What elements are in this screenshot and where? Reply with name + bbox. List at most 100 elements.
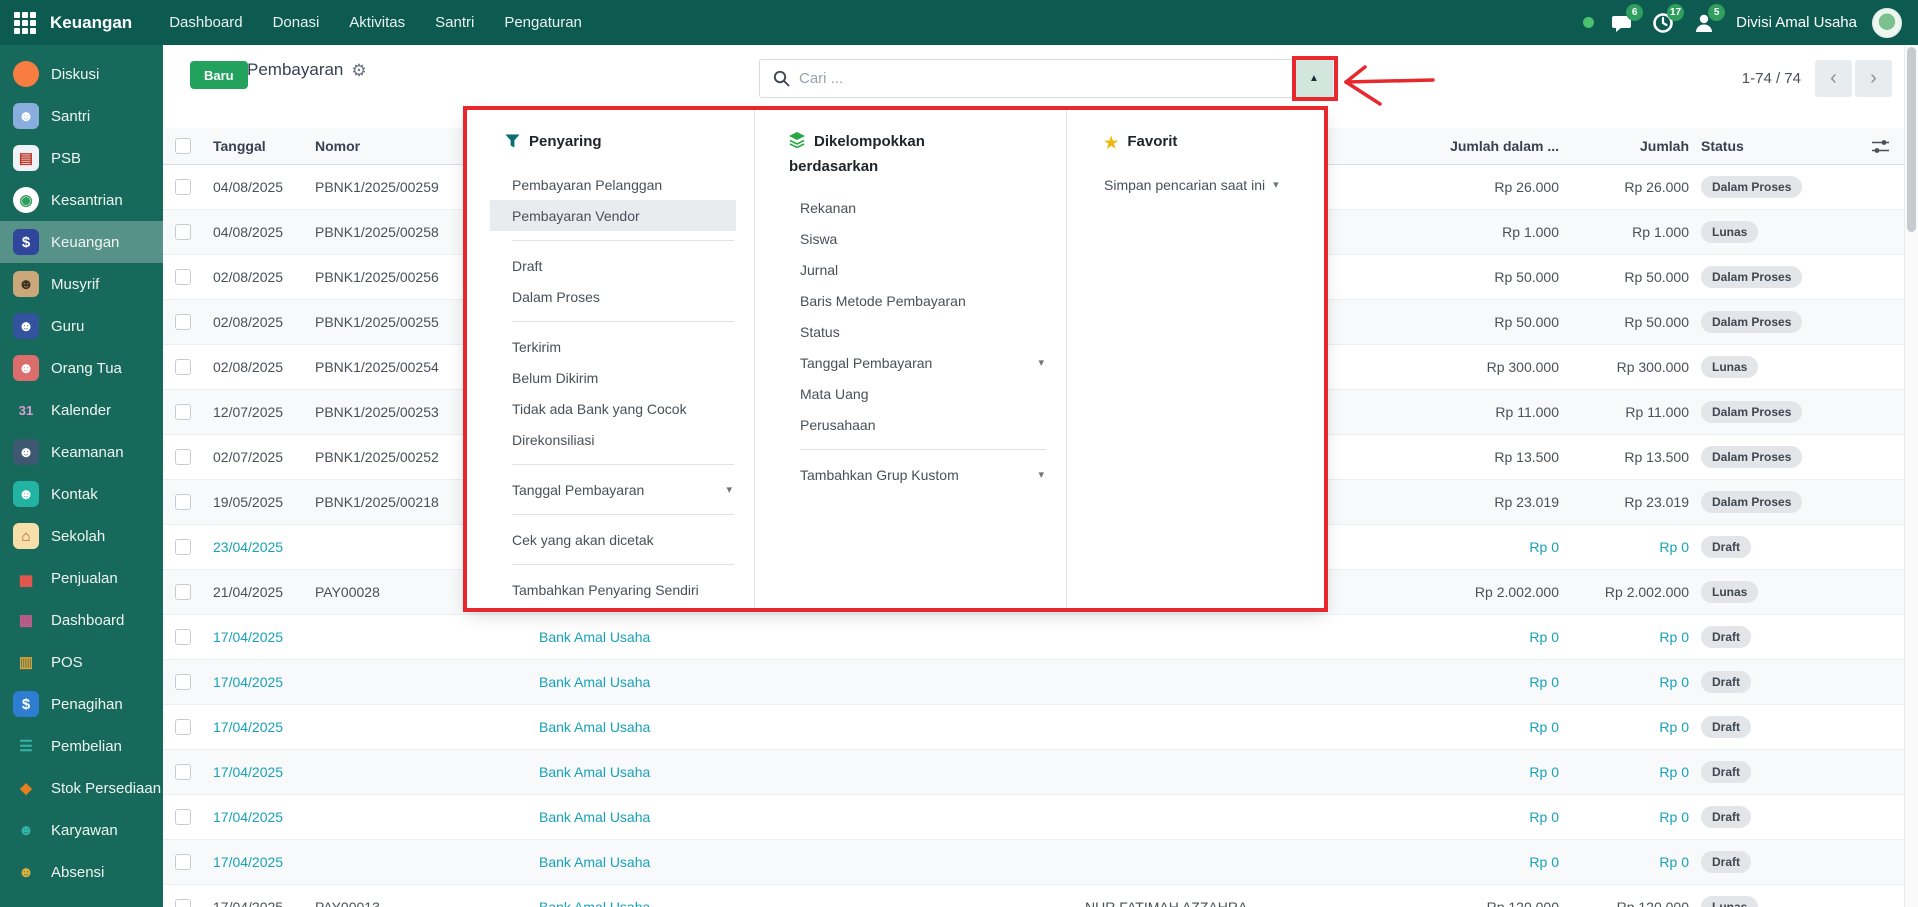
select-all-checkbox[interactable] — [163, 138, 199, 154]
row-checkbox[interactable] — [163, 269, 199, 285]
row-checkbox[interactable] — [163, 674, 199, 690]
sidebar-item-dashboard[interactable]: ▦Dashboard — [0, 599, 163, 641]
table-row[interactable]: 17/04/2025Bank Amal UsahaRp 0Rp 0Draft — [163, 705, 1904, 750]
filter-option-terkirim[interactable]: Terkirim — [512, 331, 754, 362]
groupby-option-tambahkan-grup-kustom[interactable]: Tambahkan Grup Kustom▾ — [800, 459, 1066, 490]
row-checkbox[interactable] — [163, 314, 199, 330]
row-checkbox[interactable] — [163, 854, 199, 870]
sidebar-item-kalender[interactable]: 31Kalender — [0, 389, 163, 431]
vertical-scrollbar[interactable] — [1904, 45, 1918, 907]
new-button[interactable]: Baru — [190, 61, 248, 89]
pager-next-button[interactable]: › — [1855, 60, 1892, 97]
row-checkbox[interactable] — [163, 179, 199, 195]
filter-option-direkonsiliasi[interactable]: Direkonsiliasi — [512, 424, 754, 455]
column-header-jumlah[interactable]: Jumlah — [1569, 138, 1699, 154]
groupby-option-rekanan[interactable]: Rekanan — [800, 192, 1066, 223]
filter-option-tambahkan-penyaring-sendiri[interactable]: Tambahkan Penyaring Sendiri — [512, 574, 754, 605]
groupby-option-perusahaan[interactable]: Perusahaan — [800, 409, 1066, 440]
row-checkbox[interactable] — [163, 224, 199, 240]
menu-santri[interactable]: Santri — [420, 0, 489, 45]
sidebar-item-musyrif[interactable]: ☻Musyrif — [0, 263, 163, 305]
groupby-option-tanggal-pembayaran[interactable]: Tanggal Pembayaran▾ — [800, 347, 1066, 378]
row-checkbox[interactable] — [163, 494, 199, 510]
column-options-icon[interactable] — [1856, 139, 1904, 154]
filter-option-label: Tanggal Pembayaran — [512, 482, 644, 498]
groupby-option-jurnal[interactable]: Jurnal — [800, 254, 1066, 285]
user-avatar[interactable] — [1872, 8, 1902, 38]
table-row[interactable]: 17/04/2025Bank Amal UsahaRp 0Rp 0Draft — [163, 840, 1904, 885]
row-checkbox[interactable] — [163, 359, 199, 375]
groupby-option-status[interactable]: Status — [800, 316, 1066, 347]
filter-option-label: Dalam Proses — [512, 289, 600, 305]
sidebar-item-absensi[interactable]: ☻Absensi — [0, 851, 163, 893]
table-row[interactable]: 17/04/2025Bank Amal UsahaRp 0Rp 0Draft — [163, 795, 1904, 840]
filter-option-pembayaran-vendor[interactable]: Pembayaran Vendor — [490, 200, 736, 231]
sidebar-item-keamanan[interactable]: ☻Keamanan — [0, 431, 163, 473]
activities-icon[interactable]: 17 — [1650, 10, 1676, 36]
table-row[interactable]: 17/04/2025Bank Amal UsahaRp 0Rp 0Draft — [163, 750, 1904, 795]
filter-option-pembayaran-pelanggan[interactable]: Pembayaran Pelanggan — [512, 169, 754, 200]
apps-grid-icon[interactable] — [14, 12, 36, 34]
sidebar-item-stok-persediaan[interactable]: ◆Stok Persediaan — [0, 767, 163, 809]
filter-option-tidak-ada-bank-yang-cocok[interactable]: Tidak ada Bank yang Cocok — [512, 393, 754, 424]
status-badge: Draft — [1701, 671, 1751, 693]
filter-option-tanggal-pembayaran[interactable]: Tanggal Pembayaran▾ — [512, 474, 754, 505]
column-header-status[interactable]: Status — [1699, 138, 1856, 154]
requests-icon[interactable]: 5 — [1691, 10, 1717, 36]
search-dropdown-toggle[interactable]: ▲ — [1295, 60, 1332, 97]
row-checkbox[interactable] — [163, 719, 199, 735]
sidebar-item-keuangan[interactable]: $Keuangan — [0, 221, 163, 263]
sidebar-item-sekolah[interactable]: ⌂Sekolah — [0, 515, 163, 557]
sidebar-item-santri[interactable]: ☻Santri — [0, 95, 163, 137]
sidebar-item-penjualan[interactable]: ▅Penjualan — [0, 557, 163, 599]
menu-donasi[interactable]: Donasi — [258, 0, 335, 45]
groupby-option-siswa[interactable]: Siswa — [800, 223, 1066, 254]
row-checkbox[interactable] — [163, 539, 199, 555]
breadcrumb: Pembayaran ⚙ — [247, 60, 367, 80]
sidebar-item-orang-tua[interactable]: ☻Orang Tua — [0, 347, 163, 389]
filter-option-cek-yang-akan-dicetak[interactable]: Cek yang akan dicetak — [512, 524, 754, 555]
filter-option-draft[interactable]: Draft — [512, 250, 754, 281]
app-name[interactable]: Keuangan — [50, 13, 132, 33]
filter-option-label: Draft — [512, 258, 542, 274]
filter-option-belum-dikirim[interactable]: Belum Dikirim — [512, 362, 754, 393]
cell-status: Draft — [1699, 716, 1856, 738]
cell-tanggal: 21/04/2025 — [199, 584, 309, 600]
groupby-option-mata-uang[interactable]: Mata Uang — [800, 378, 1066, 409]
row-checkbox[interactable] — [163, 629, 199, 645]
cell-jurnal: Bank Amal Usaha — [529, 674, 1079, 690]
column-header-tanggal[interactable]: Tanggal — [199, 138, 309, 154]
column-header-jumlah-dalam[interactable]: Jumlah dalam ... — [1389, 138, 1569, 154]
search-input[interactable] — [799, 70, 1295, 87]
row-checkbox[interactable] — [163, 584, 199, 600]
table-row[interactable]: 17/04/2025Bank Amal UsahaRp 0Rp 0Draft — [163, 615, 1904, 660]
gear-icon[interactable]: ⚙ — [351, 62, 366, 79]
pager-prev-button[interactable]: ‹ — [1815, 60, 1852, 97]
filter-option-dalam-proses[interactable]: Dalam Proses — [512, 281, 754, 312]
sidebar-item-pos[interactable]: ▥POS — [0, 641, 163, 683]
sidebar-item-psb[interactable]: ▤PSB — [0, 137, 163, 179]
sidebar-item-diskusi[interactable]: Diskusi — [0, 53, 163, 95]
sidebar-item-guru[interactable]: ☻Guru — [0, 305, 163, 347]
sidebar-item-karyawan[interactable]: ☻Karyawan — [0, 809, 163, 851]
user-menu[interactable]: Divisi Amal Usaha — [1736, 14, 1857, 31]
groupby-option-baris-metode-pembayaran[interactable]: Baris Metode Pembayaran — [800, 285, 1066, 316]
row-checkbox[interactable] — [163, 899, 199, 907]
messages-icon[interactable]: 6 — [1609, 10, 1635, 36]
menu-aktivitas[interactable]: Aktivitas — [334, 0, 420, 45]
sidebar-item-pembelian[interactable]: ☰Pembelian — [0, 725, 163, 767]
cell-jumlah: Rp 0 — [1569, 719, 1699, 735]
row-checkbox[interactable] — [163, 449, 199, 465]
row-checkbox[interactable] — [163, 404, 199, 420]
scrollbar-thumb[interactable] — [1907, 47, 1916, 232]
menu-pengaturan[interactable]: Pengaturan — [489, 0, 597, 45]
menu-dashboard[interactable]: Dashboard — [154, 0, 257, 45]
favorite-option-simpan-pencarian-saat-ini[interactable]: Simpan pencarian saat ini▾ — [1104, 169, 1324, 200]
sidebar-item-kontak[interactable]: ☻Kontak — [0, 473, 163, 515]
row-checkbox[interactable] — [163, 809, 199, 825]
table-row[interactable]: 17/04/2025PAY00013Bank Amal UsahaNUR FAT… — [163, 885, 1904, 907]
row-checkbox[interactable] — [163, 764, 199, 780]
sidebar-item-penagihan[interactable]: $Penagihan — [0, 683, 163, 725]
table-row[interactable]: 17/04/2025Bank Amal UsahaRp 0Rp 0Draft — [163, 660, 1904, 705]
sidebar-item-kesantrian[interactable]: ◉Kesantrian — [0, 179, 163, 221]
